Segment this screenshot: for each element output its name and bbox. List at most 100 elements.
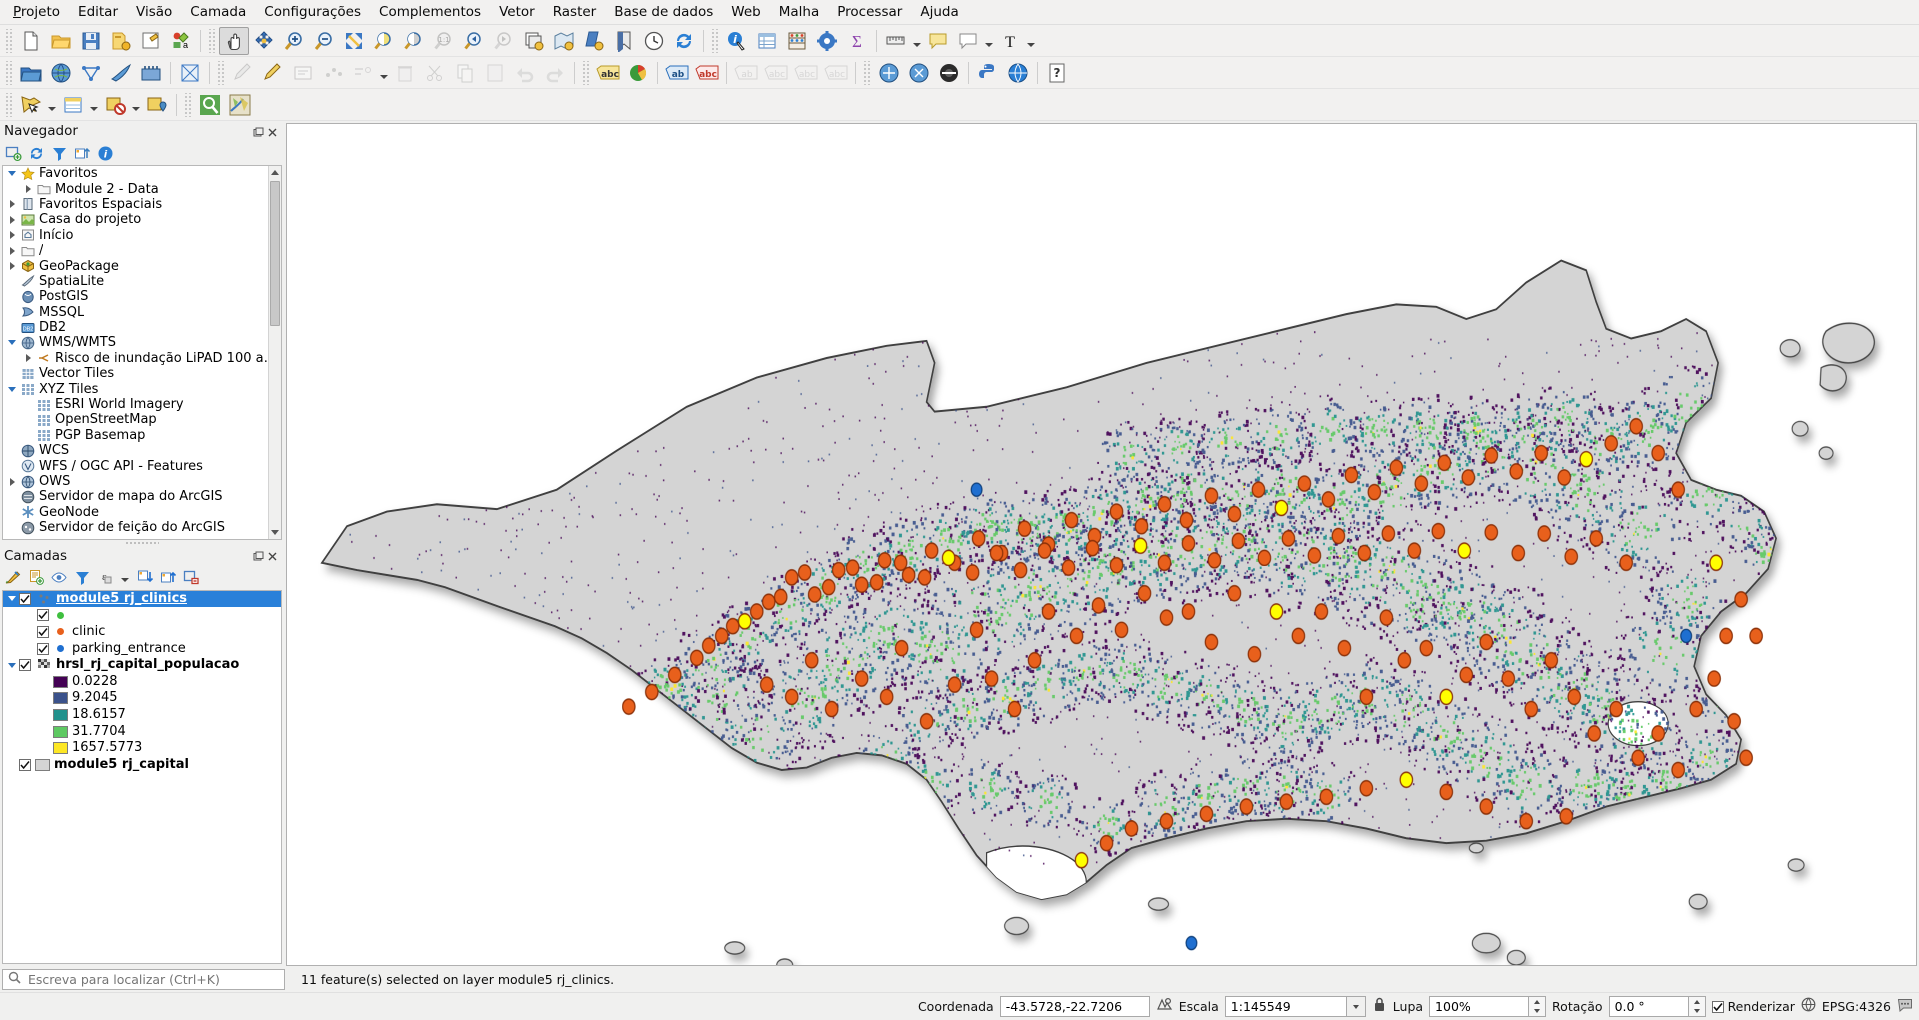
clinic-point[interactable] — [1207, 552, 1222, 569]
layer-visibility-checkbox[interactable] — [37, 609, 49, 622]
navigator-item[interactable]: SpatiaLite — [3, 274, 281, 289]
parking-entrance-point[interactable] — [1185, 935, 1198, 951]
menu-complementos[interactable]: Complementos — [370, 1, 490, 24]
clinic-point[interactable] — [1397, 652, 1412, 669]
text-annotation-dropdown-arrow-icon[interactable] — [1025, 27, 1037, 55]
clinic-point[interactable] — [1587, 725, 1601, 742]
lock-icon[interactable] — [1372, 996, 1387, 1017]
new-3d-map-view-icon[interactable] — [579, 27, 609, 55]
clinic-point[interactable] — [1671, 481, 1685, 498]
clinic-point[interactable] — [1651, 444, 1665, 462]
layer-visibility-checkbox[interactable] — [37, 625, 49, 638]
clinic-point[interactable] — [1379, 609, 1394, 626]
chevron-right-icon[interactable] — [5, 215, 19, 224]
clinic-point[interactable] — [1689, 700, 1703, 718]
delete-selected-icon[interactable] — [390, 59, 420, 87]
navigator-item[interactable]: OpenStreetMap — [3, 412, 281, 427]
show-hide-labels-icon[interactable]: abc — [692, 59, 722, 87]
scrollbar-thumb[interactable] — [270, 181, 280, 326]
clinic-point[interactable] — [1269, 603, 1284, 620]
expression-filter-icon[interactable]: ε — [96, 569, 114, 587]
field-calculator-icon[interactable] — [812, 27, 842, 55]
navigator-item[interactable]: OWS — [3, 474, 281, 489]
undock-icon[interactable] — [253, 126, 264, 137]
clinic-point[interactable] — [845, 559, 860, 576]
zoom-next-icon[interactable] — [489, 27, 519, 55]
clinic-point[interactable] — [1437, 454, 1452, 472]
clinic-point[interactable] — [1134, 517, 1149, 535]
clinic-point[interactable] — [984, 670, 999, 687]
clinic-point[interactable] — [919, 712, 934, 730]
layer-item[interactable]: hrsl_rj_capital_populacao — [3, 657, 281, 674]
clinic-point[interactable] — [854, 576, 869, 594]
clinic-point[interactable] — [1359, 779, 1374, 797]
navigator-item[interactable]: Risco de inundação LiPAD 100 anos — [3, 351, 281, 366]
style-manager-icon[interactable]: a — [166, 27, 196, 55]
clinic-point[interactable] — [1109, 556, 1124, 574]
clinic-point[interactable] — [1631, 749, 1645, 767]
clinic-point[interactable] — [1557, 469, 1572, 486]
clinic-point[interactable] — [869, 573, 884, 591]
add-mesh-layer-icon[interactable] — [136, 59, 166, 87]
map-render[interactable] — [287, 124, 1916, 965]
select-by-value-icon[interactable] — [58, 91, 88, 119]
clinic-point[interactable] — [1041, 603, 1056, 620]
clinic-point[interactable] — [1414, 475, 1429, 492]
refresh-icon[interactable] — [669, 27, 699, 55]
rotation-stepper[interactable] — [1688, 996, 1706, 1017]
identify-features-icon[interactable]: i — [722, 27, 752, 55]
clinic-point[interactable] — [1439, 688, 1454, 706]
clinic-point[interactable] — [701, 637, 716, 654]
layer-visibility-checkbox[interactable] — [37, 642, 49, 655]
clinic-point[interactable] — [1279, 793, 1294, 810]
expression-filter-dropdown-icon[interactable] — [119, 569, 131, 587]
clinic-point[interactable] — [831, 561, 846, 579]
menu-web[interactable]: Web — [722, 1, 769, 24]
modify-attributes-dropdown-icon[interactable] — [378, 59, 390, 87]
clinic-point[interactable] — [1461, 469, 1476, 486]
clinic-point[interactable] — [1459, 666, 1474, 684]
clinic-point[interactable] — [1199, 805, 1214, 823]
clinic-point[interactable] — [1709, 554, 1723, 572]
clinic-point[interactable] — [1579, 450, 1593, 468]
run-model-icon[interactable] — [874, 59, 904, 87]
clinic-point[interactable] — [947, 676, 962, 693]
spin-up[interactable] — [1529, 997, 1545, 1007]
clinic-point[interactable] — [854, 670, 869, 687]
layer-item[interactable]: clinic — [3, 624, 281, 641]
navigator-item[interactable]: / — [3, 243, 281, 258]
layer-item[interactable]: 18.6157 — [3, 707, 281, 724]
refresh-layer-extent-icon[interactable] — [519, 27, 549, 55]
python-console-icon[interactable] — [973, 59, 1003, 87]
menu-ajuda[interactable]: Ajuda — [911, 1, 967, 24]
menu-processar[interactable]: Processar — [828, 1, 911, 24]
menu-base-de-dados[interactable]: Base de dados — [605, 1, 722, 24]
clinic-point[interactable] — [1319, 788, 1334, 806]
toolbar-handle[interactable] — [582, 60, 590, 85]
navigator-item[interactable]: GeoPackage — [3, 258, 281, 274]
navigator-item[interactable]: MSSQL — [3, 305, 281, 320]
clinic-point[interactable] — [877, 552, 892, 569]
menu-visao[interactable]: Visão — [127, 1, 181, 24]
chevron-right-icon[interactable] — [21, 185, 35, 194]
navigator-item[interactable]: Favoritos — [3, 166, 281, 181]
clinic-point[interactable] — [1479, 798, 1494, 815]
clinic-point[interactable] — [1321, 491, 1336, 508]
zoom-last-icon[interactable] — [459, 27, 489, 55]
navigator-item[interactable]: Vector Tiles — [3, 366, 281, 381]
refresh-icon[interactable] — [27, 144, 45, 162]
clinic-point[interactable] — [1133, 537, 1148, 555]
clinic-point[interactable] — [1439, 783, 1454, 801]
toolbar-handle[interactable] — [863, 60, 871, 85]
bookmarks-icon[interactable] — [609, 27, 639, 55]
clinic-point[interactable] — [1181, 603, 1196, 620]
clinic-point[interactable] — [1179, 511, 1194, 529]
spin-down[interactable] — [1689, 1007, 1705, 1017]
layer-item[interactable] — [3, 607, 281, 624]
clinic-point[interactable] — [773, 588, 788, 606]
clinic-point[interactable] — [1074, 851, 1089, 869]
deselect-icon[interactable] — [934, 59, 964, 87]
clinic-point[interactable] — [1739, 749, 1753, 767]
label-properties-icon[interactable]: abc — [821, 59, 851, 87]
clinic-point[interactable] — [1344, 466, 1359, 484]
